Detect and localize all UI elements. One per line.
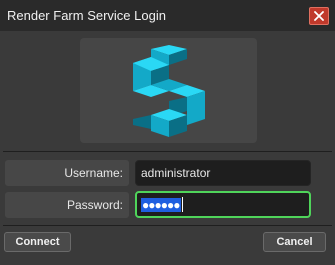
close-button[interactable] xyxy=(309,7,329,25)
cancel-button[interactable]: Cancel xyxy=(263,232,326,252)
title-bar: Render Farm Service Login xyxy=(0,0,335,31)
password-masked-value: ●●●●●● xyxy=(141,197,181,212)
connect-button[interactable]: Connect xyxy=(4,232,71,252)
logo-panel xyxy=(80,38,257,143)
divider xyxy=(3,151,332,152)
text-caret xyxy=(181,197,183,212)
password-label: Password: xyxy=(5,192,129,218)
username-field[interactable] xyxy=(135,160,311,186)
close-icon xyxy=(314,11,324,21)
divider xyxy=(3,225,332,226)
window-title: Render Farm Service Login xyxy=(7,8,166,23)
app-logo-icon xyxy=(132,44,205,137)
password-field[interactable]: ●●●●●● xyxy=(135,191,311,218)
username-label: Username: xyxy=(5,160,129,186)
